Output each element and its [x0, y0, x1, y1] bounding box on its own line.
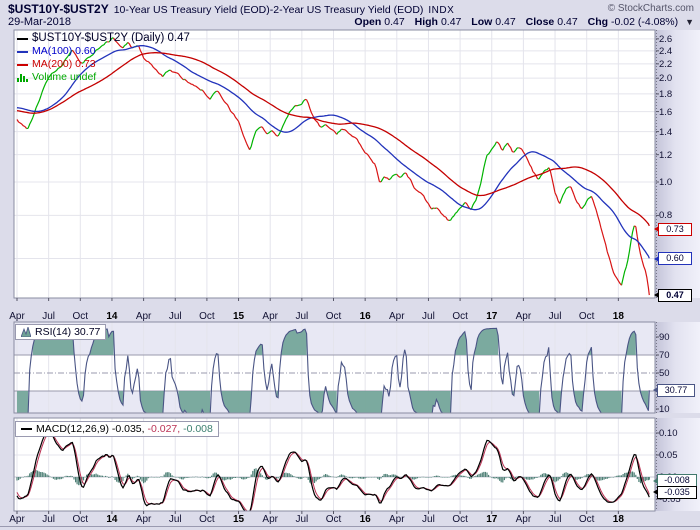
x-axis-label: Oct [326, 514, 342, 525]
rsi-indicator-icon [21, 327, 31, 337]
x-axis-label: 18 [613, 311, 624, 322]
ma100-legend-label: MA(100) 0.60 [32, 45, 96, 58]
volume-legend-label: Volume undef [32, 71, 96, 84]
price-line-swatch [17, 38, 28, 40]
main-y-label: 2.6 [659, 34, 672, 45]
x-axis-label: Apr [9, 311, 25, 322]
macd-hist-value: -0.008 [180, 423, 213, 435]
main-legend: $UST10Y-$UST2Y (Daily) 0.47 MA(100) 0.60… [17, 32, 190, 84]
last-price-callout: 0.47 [658, 289, 692, 302]
legend-ma200-row: MA(200) 0.73 [17, 58, 190, 71]
x-axis-label: Jul [169, 514, 182, 525]
x-axis-label: 15 [233, 514, 244, 525]
rsi-value-callout: 30.77 [657, 384, 695, 397]
x-axis-label: 18 [613, 514, 624, 525]
rsi-y-label: 90 [659, 332, 670, 343]
main-y-label: 1.2 [659, 150, 672, 161]
macd-line-swatch [21, 428, 32, 430]
x-axis-label: Apr [9, 514, 25, 525]
x-axis-label: 15 [233, 311, 244, 322]
x-axis-label: Apr [516, 514, 532, 525]
x-axis-label: Oct [452, 514, 468, 525]
x-axis-label: Apr [262, 514, 278, 525]
main-y-label: 1.6 [659, 107, 672, 118]
x-axis-label: Jul [549, 311, 562, 322]
x-axis-label: Oct [73, 311, 89, 322]
stockcharts-chart: $UST10Y-$UST2Y10-Year US Treasury Yield … [0, 0, 700, 530]
main-y-label: 1.4 [659, 127, 672, 138]
ma200-legend-label: MA(200) 0.73 [32, 58, 96, 71]
macd-signal-value: -0.027, [145, 423, 181, 435]
x-axis-label: Jul [549, 514, 562, 525]
rsi-legend-label: RSI(14) 30.77 [35, 326, 100, 338]
x-axis-label: Oct [452, 311, 468, 322]
main-y-label: 1.8 [659, 89, 672, 100]
main-y-label: 0.8 [659, 210, 672, 221]
x-axis-label: 14 [106, 311, 117, 322]
x-axis-label: Oct [579, 311, 595, 322]
x-axis-label: 16 [360, 311, 371, 322]
x-axis-label: 17 [486, 311, 497, 322]
ma200-line-swatch [17, 64, 28, 66]
macd-y-label: 0.10 [659, 428, 678, 439]
x-axis-label: Jul [169, 311, 182, 322]
legend-ma100-row: MA(100) 0.60 [17, 45, 190, 58]
x-axis-label: Apr [136, 514, 152, 525]
main-y-label: 1.0 [659, 177, 672, 188]
macd-legend-values: MACD(12,26,9) -0.035, [36, 423, 145, 435]
x-axis-label: Jul [42, 311, 55, 322]
x-axis-label: Oct [199, 311, 215, 322]
x-axis-label: Apr [262, 311, 278, 322]
x-axis-label: Oct [579, 514, 595, 525]
main-y-label: 2.0 [659, 73, 672, 84]
x-axis-label: Oct [326, 311, 342, 322]
main-y-label: 2.2 [659, 59, 672, 70]
x-axis-label: 16 [360, 514, 371, 525]
ma100-value-callout: 0.60 [658, 252, 692, 265]
ma200-value-callout: 0.73 [658, 223, 692, 236]
legend-price-row: $UST10Y-$UST2Y (Daily) 0.47 [17, 32, 190, 45]
rsi-y-label: 10 [659, 404, 670, 415]
x-axis-label: 17 [486, 514, 497, 525]
macd-legend-box: MACD(12,26,9) -0.035, -0.027, -0.008 [15, 421, 219, 437]
ma100-line-swatch [17, 51, 28, 53]
main-y-label: 2.4 [659, 46, 672, 57]
macd-y-label: 0.05 [659, 450, 678, 461]
rsi-y-label: 50 [659, 368, 670, 379]
price-legend-label: $UST10Y-$UST2Y (Daily) 0.47 [32, 32, 190, 45]
x-axis-label: Apr [136, 311, 152, 322]
x-axis-label: Jul [422, 514, 435, 525]
macd-value-callout: -0.035 [657, 486, 697, 499]
x-axis-label: Jul [422, 311, 435, 322]
x-axis-label: Jul [42, 514, 55, 525]
volume-bars-icon [17, 74, 28, 82]
rsi-y-label: 70 [659, 350, 670, 361]
x-axis-label: Apr [389, 311, 405, 322]
x-axis-label: 14 [106, 514, 117, 525]
x-axis-label: Oct [199, 514, 215, 525]
legend-volume-row: Volume undef [17, 71, 190, 84]
x-axis-label: Apr [389, 514, 405, 525]
x-axis-label: Jul [295, 311, 308, 322]
x-axis-label: Oct [73, 514, 89, 525]
x-axis-label: Apr [516, 311, 532, 322]
x-axis-label: Jul [295, 514, 308, 525]
rsi-legend-box: RSI(14) 30.77 [15, 324, 106, 340]
